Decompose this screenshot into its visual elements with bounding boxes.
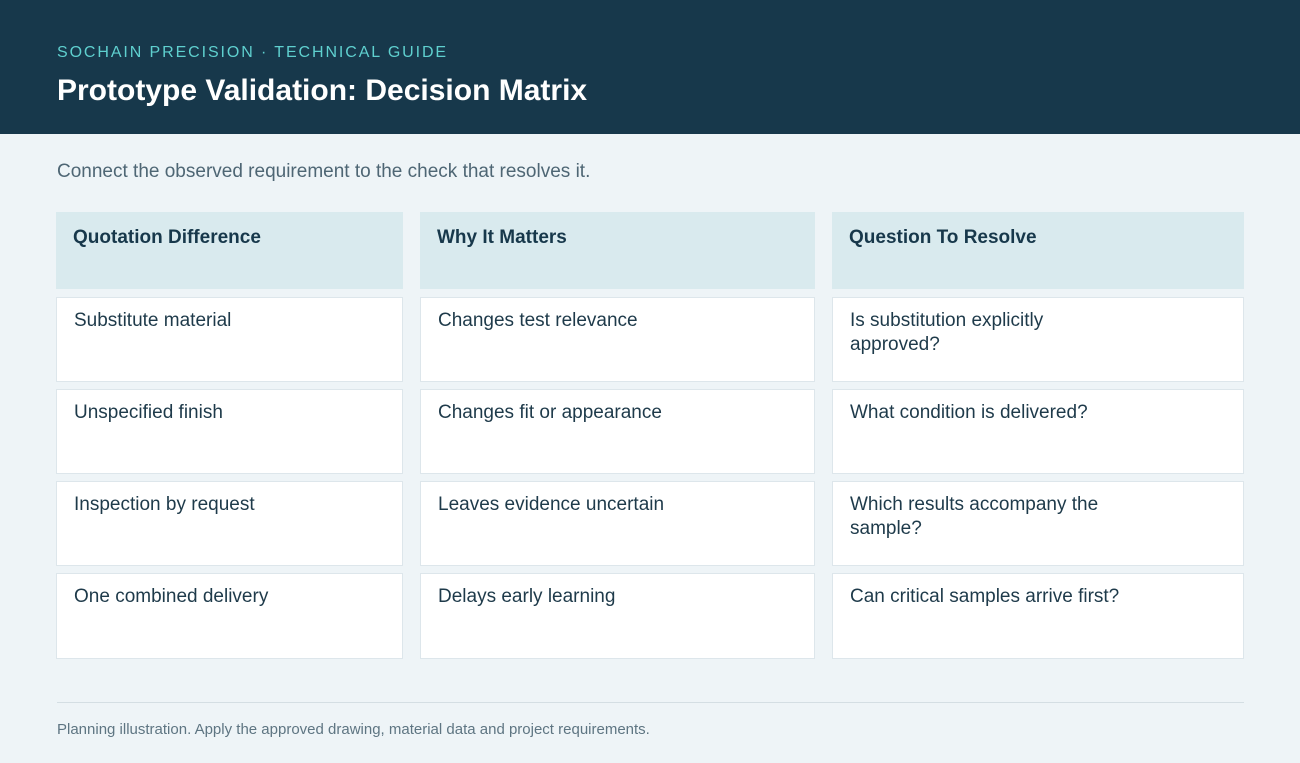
table-cell: Which results accompany the sample? — [832, 481, 1244, 566]
footer-divider — [57, 702, 1244, 703]
table-cell: Is substitution explicitly approved? — [832, 297, 1244, 382]
table-cell: What condition is delivered? — [832, 389, 1244, 474]
table-cell: Changes fit or appearance — [420, 389, 815, 474]
column-header-why-it-matters: Why It Matters — [420, 212, 815, 289]
table-cell: Inspection by request — [56, 481, 403, 566]
page-title: Prototype Validation: Decision Matrix — [57, 74, 588, 107]
decision-matrix: Quotation Difference Why It Matters Ques… — [56, 212, 1244, 660]
footnote: Planning illustration. Apply the approve… — [57, 721, 650, 738]
table-cell: Changes test relevance — [420, 297, 815, 382]
table-cell: Delays early learning — [420, 573, 815, 659]
column-header-question-to-resolve: Question To Resolve — [832, 212, 1244, 289]
table-cell: Leaves evidence uncertain — [420, 481, 815, 566]
table-cell-text: What condition is delivered? — [850, 402, 1088, 423]
table-cell-text: Can critical samples arrive first? — [850, 586, 1120, 607]
table-cell: Can critical samples arrive first? — [832, 573, 1244, 659]
table-cell-text: Is substitution explicitly approved? — [850, 310, 1044, 355]
table-cell: Substitute material — [56, 297, 403, 382]
table-cell: Unspecified finish — [56, 389, 403, 474]
intro-text: Connect the observed requirement to the … — [57, 161, 591, 182]
page-header: SOCHAIN PRECISION · TECHNICAL GUIDE Prot… — [0, 0, 1300, 134]
table-cell: One combined delivery — [56, 573, 403, 659]
column-header-quotation-difference: Quotation Difference — [56, 212, 403, 289]
table-cell-text: Which results accompany the sample? — [850, 494, 1099, 539]
brand-eyebrow: SOCHAIN PRECISION · TECHNICAL GUIDE — [57, 44, 448, 61]
